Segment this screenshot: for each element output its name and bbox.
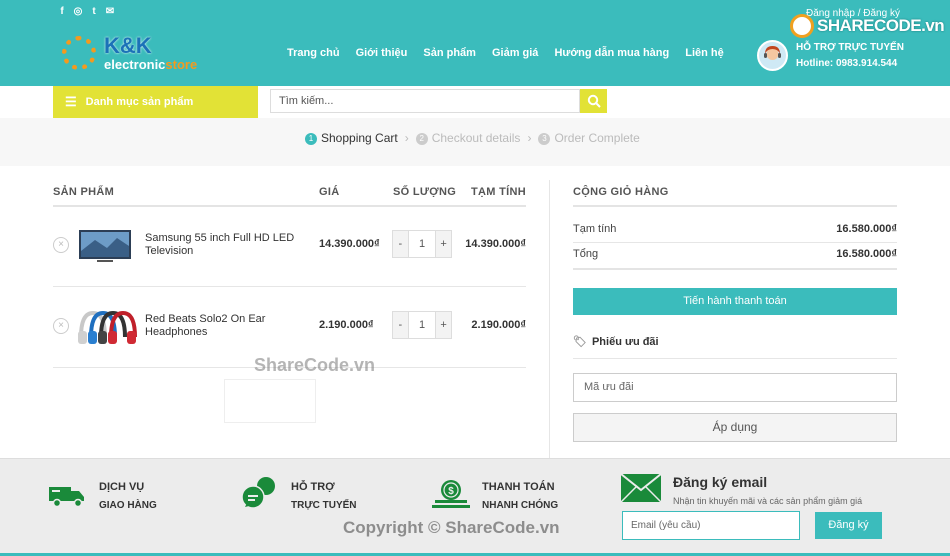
quantity-input[interactable]: 1: [407, 231, 437, 257]
sharecode-logo-text: SHARECODE.vn: [817, 16, 945, 35]
main-nav: Trang chủ Giới thiệu Sản phẩm Giảm giá H…: [287, 47, 724, 59]
quantity-stepper: - 1 +: [392, 230, 452, 258]
support-title: HỖ TRỢ TRỰC TUYẾN: [796, 42, 904, 53]
total-value: 16.580.000₫: [836, 248, 897, 260]
coupon-title: 🏷 Phiếu ưu đãi: [573, 336, 659, 348]
newsletter-title: Đăng ký email: [673, 474, 768, 490]
product-subtotal: 2.190.000₫: [471, 319, 526, 331]
search-input[interactable]: Tìm kiếm...: [270, 89, 580, 113]
cart-totals-title: CỘNG GIỎ HÀNG: [573, 186, 669, 198]
totals-divider: [573, 242, 897, 243]
step-checkout-details[interactable]: 2 Checkout details: [415, 131, 520, 145]
search-button[interactable]: [580, 89, 607, 113]
hotline-text: Hotline: 0983.914.544: [796, 58, 898, 69]
chat-icon: [241, 477, 275, 509]
step-order-complete[interactable]: 3 Order Complete: [538, 131, 640, 145]
twitter-icon[interactable]: t: [89, 6, 99, 17]
quantity-stepper: - 1 +: [392, 311, 452, 339]
total-label: Tổng: [573, 248, 599, 260]
logo-title: K&K: [104, 33, 152, 58]
category-menu-button[interactable]: ☰ Danh mục sản phẩm: [53, 86, 258, 118]
subtotal-row: Tạm tính 16.580.000₫: [573, 223, 897, 235]
envelope-icon: [621, 474, 661, 502]
total-row: Tổng 16.580.000₫: [573, 248, 897, 260]
nav-products[interactable]: Sản phẩm: [423, 47, 476, 59]
quantity-minus-button[interactable]: -: [393, 231, 408, 257]
column-header-quantity: SỐ LƯỢNG: [393, 186, 457, 198]
column-header-price: GIÁ: [319, 186, 340, 198]
remove-item-button[interactable]: ×: [53, 237, 69, 253]
copyright-watermark: Copyright © ShareCode.vn: [343, 518, 560, 537]
email-field[interactable]: Email (yêu cầu): [622, 511, 800, 540]
feature-title: THANH TOÁN: [482, 481, 555, 493]
social-links: f ◎ t ✉: [57, 6, 115, 17]
quantity-plus-button[interactable]: +: [436, 231, 451, 257]
column-header-product: SẢN PHẨM: [53, 186, 115, 198]
instagram-icon[interactable]: ◎: [73, 6, 83, 17]
apply-coupon-button[interactable]: Áp dụng: [573, 413, 897, 442]
menu-icon: ☰: [65, 94, 77, 109]
column-header-subtotal: TẠM TÍNH: [471, 186, 526, 198]
mail-icon[interactable]: ✉: [105, 6, 115, 17]
quantity-minus-button[interactable]: -: [393, 312, 408, 338]
cart-total[interactable]: 16.580.000₫: [822, 94, 883, 106]
empty-placeholder-box: [224, 379, 316, 423]
category-label: Danh mục sản phẩm: [85, 96, 194, 108]
product-name[interactable]: Samsung 55 inch Full HD LED Television: [145, 232, 305, 258]
coupon-divider: [573, 358, 897, 359]
money-icon: $: [432, 480, 470, 508]
remove-item-button[interactable]: ×: [53, 318, 69, 334]
product-price: 2.190.000₫: [319, 319, 374, 331]
product-thumbnail-headphones[interactable]: [77, 307, 137, 347]
gear-logo-icon: [62, 36, 96, 70]
feature-title: HỖ TRỢ: [291, 481, 335, 493]
search-icon: [587, 94, 601, 108]
quantity-input[interactable]: 1: [407, 312, 437, 338]
step-shopping-cart[interactable]: 1 Shopping Cart: [305, 131, 398, 145]
tag-icon: 🏷: [573, 336, 587, 348]
product-subtotal: 14.390.000₫: [465, 238, 526, 250]
support-avatar: [757, 40, 788, 71]
feature-subtitle: TRỰC TUYẾN: [291, 500, 357, 511]
chevron-right-icon: ›: [527, 131, 532, 145]
chevron-right-icon: ›: [404, 131, 409, 145]
quantity-plus-button[interactable]: +: [436, 312, 451, 338]
product-thumbnail-tv[interactable]: [77, 226, 133, 266]
newsletter-subtitle: Nhận tin khuyến mãi và các sản phẩm giảm…: [673, 496, 863, 506]
nav-guide[interactable]: Hướng dẫn mua hàng: [554, 47, 669, 59]
svg-text:$: $: [448, 486, 454, 497]
truck-icon: [49, 487, 84, 508]
sharecode-logo-icon: [790, 14, 814, 38]
nav-home[interactable]: Trang chủ: [287, 47, 340, 59]
logo-subtitle: electronicstore: [104, 57, 198, 72]
column-divider: [549, 180, 550, 458]
product-name[interactable]: Red Beats Solo2 On Ear Headphones: [145, 313, 305, 339]
store-logo[interactable]: K&K electronicstore: [62, 33, 207, 77]
product-price: 14.390.000₫: [319, 238, 380, 250]
cart-count-badge: 2: [895, 86, 901, 96]
nav-contact[interactable]: Liên hệ: [685, 47, 724, 59]
nav-about[interactable]: Giới thiệu: [356, 47, 408, 59]
subscribe-button[interactable]: Đăng ký: [815, 512, 882, 539]
feature-subtitle: GIAO HÀNG: [99, 500, 157, 511]
subtotal-label: Tạm tính: [573, 223, 617, 235]
facebook-icon[interactable]: f: [57, 6, 67, 17]
totals-header-divider: [573, 205, 897, 207]
nav-sale[interactable]: Giảm giá: [492, 47, 538, 59]
feature-title: DỊCH VỤ: [99, 481, 145, 493]
feature-subtitle: NHANH CHÓNG: [482, 500, 559, 511]
sharecode-watermark-logo: SHARECODE.vn: [790, 12, 945, 40]
table-row: × Samsung 55 inch Full HD LED Television…: [53, 207, 526, 287]
subtotal-value: 16.580.000₫: [836, 223, 897, 235]
checkout-steps: 1 Shopping Cart › 2 Checkout details › 3 Or…: [305, 131, 640, 145]
proceed-checkout-button[interactable]: Tiến hành thanh toán: [573, 288, 897, 315]
sharecode-watermark: ShareCode.vn: [254, 355, 376, 375]
totals-divider: [573, 268, 897, 270]
coupon-input[interactable]: Mã ưu đãi: [573, 373, 897, 402]
